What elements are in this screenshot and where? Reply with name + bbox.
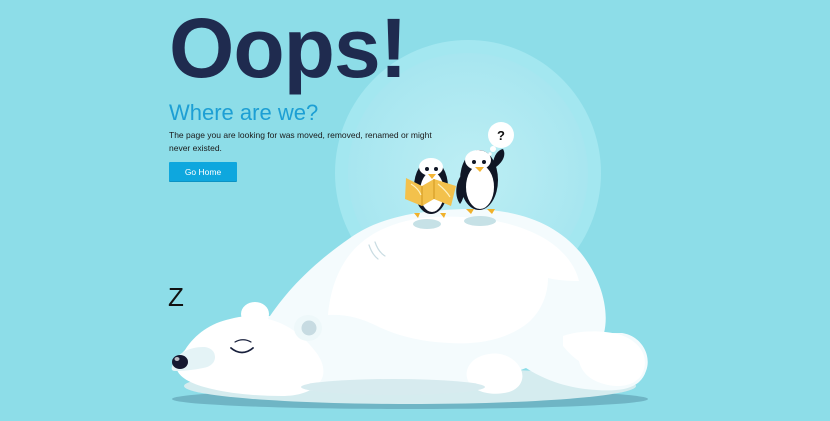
- page-title: Oops!: [169, 1, 408, 95]
- illustration-scene: ?: [171, 40, 648, 409]
- error-page: ? Oops! Where are we? The page you are l…: [0, 0, 830, 421]
- thinking-penguin-illustration: ?: [456, 122, 514, 226]
- sleep-z-text: Z: [168, 282, 184, 312]
- error-description: The page you are looking for was moved, …: [169, 130, 432, 153]
- go-home-button[interactable]: Go Home: [169, 162, 237, 182]
- thought-bubble: ?: [488, 122, 514, 156]
- reading-penguin-illustration: [405, 158, 456, 229]
- page-subtitle: Where are we?: [169, 100, 319, 125]
- polar-bear-illustration: [171, 209, 648, 409]
- map-icon: [405, 178, 456, 206]
- question-mark-icon: ?: [497, 128, 505, 143]
